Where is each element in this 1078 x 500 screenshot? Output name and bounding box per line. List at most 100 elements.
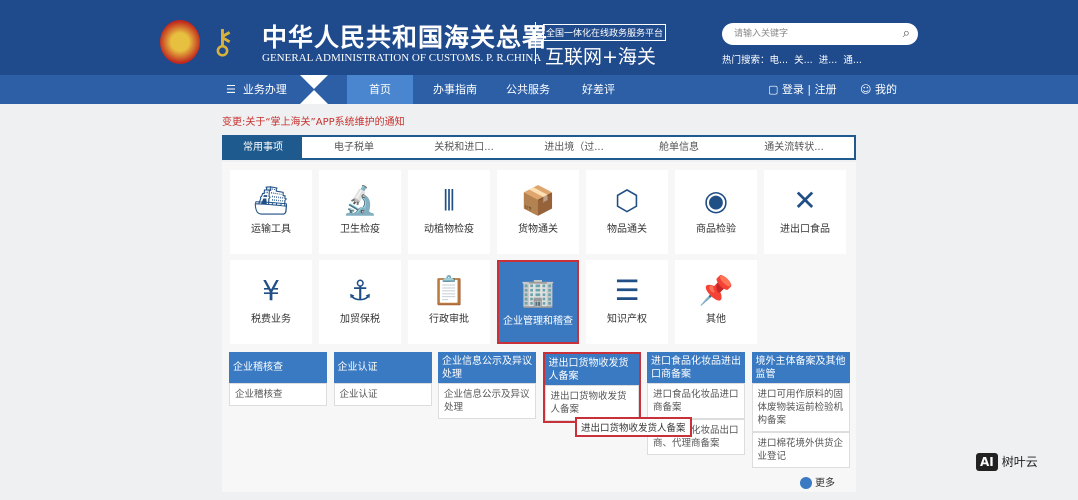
tab-tariff[interactable]: 关税和进口... — [419, 137, 509, 158]
nav-home[interactable]: 首页 — [347, 75, 413, 104]
tile-label: 进出口食品 — [780, 224, 830, 235]
ship-icon: ⛴ — [253, 184, 289, 217]
category-column: 企业稽核查 企业稽核查 — [229, 352, 327, 406]
tab-bar: 常用事项 电子税单 关税和进口... 进出境（过... 舱单信息 通关流转状..… — [222, 135, 856, 160]
nav-public-service[interactable]: 公共服务 — [506, 75, 550, 104]
tile-box[interactable]: ⬡ 物品通关 — [586, 170, 668, 254]
nav-guide[interactable]: 办事指南 — [433, 75, 477, 104]
category-item[interactable]: 企业认证 — [333, 383, 432, 406]
tile-label: 税费业务 — [251, 314, 291, 325]
user-icon: ☺ — [860, 83, 872, 96]
notice-link[interactable]: 变更:关于“掌上海关”APP系统维护的通知 — [222, 113, 405, 128]
category-header[interactable]: 企业认证 — [333, 352, 432, 383]
platform-label: 全国一体化在线政务服务平台 — [543, 24, 667, 41]
package-icon: 📦 — [520, 184, 556, 217]
more-link[interactable]: 更多 — [800, 474, 835, 489]
tile-package[interactable]: 📦 货物通关 — [497, 170, 579, 254]
tile-microscope[interactable]: 🔬 卫生检疫 — [319, 170, 401, 254]
box-icon: ⬡ — [614, 184, 640, 217]
register-link[interactable]: 注册 — [815, 83, 837, 96]
tile-eye[interactable]: ◉ 商品检验 — [675, 170, 757, 254]
tile-yen[interactable]: ¥ 税费业务 — [230, 260, 312, 344]
tile-building[interactable]: 🏢 企业管理和稽查 — [497, 260, 579, 344]
category-group: 企业信息公示及异议处理 企业信息公示及异议处理 — [438, 352, 536, 419]
nav-notch — [300, 75, 328, 89]
tile-label: 运输工具 — [251, 224, 291, 235]
hot-search: 热门搜索：电... 关... 进... 通... — [722, 52, 862, 66]
login-button[interactable]: ▢ 登录 | 注册 — [768, 75, 837, 104]
tile-label: 动植物检疫 — [424, 224, 474, 235]
category-item[interactable]: 进口可用作原料的固体废物装运前检验机构备案 — [751, 383, 850, 432]
tile-test-tubes[interactable]: ⫴ 动植物检疫 — [408, 170, 490, 254]
building-icon: 🏢 — [520, 276, 556, 309]
site-title: 中华人民共和国海关总署 — [262, 23, 549, 52]
tile-layers[interactable]: ☰ 知识产权 — [586, 260, 668, 344]
category-item[interactable]: 企业稽核查 — [229, 383, 327, 406]
category-group: 进口食品化妆品进出口商备案 进口食品化妆品进口商备案 — [647, 352, 745, 419]
tile-label: 行政审批 — [429, 314, 469, 325]
utensils-icon: ✕ — [793, 184, 817, 217]
platform-name: 互联网+海关 — [545, 46, 656, 68]
hot-item[interactable]: 电... — [770, 55, 789, 66]
yen-icon: ¥ — [262, 274, 280, 307]
site-title-en: GENERAL ADMINISTRATION OF CUSTOMS. P. R.… — [262, 52, 542, 64]
eye-icon: ◉ — [703, 184, 729, 217]
category-column: 境外主体备案及其他监管 进口可用作原料的固体废物装运前检验机构备案 进口棉花境外供货… — [751, 352, 850, 468]
tab-manifest[interactable]: 舱单信息 — [639, 137, 719, 158]
tab-e-tax[interactable]: 电子税单 — [314, 137, 394, 158]
hot-item[interactable]: 关... — [794, 55, 813, 66]
tile-ship[interactable]: ⛴ 运输工具 — [230, 170, 312, 254]
login-label: 登录 — [781, 83, 804, 96]
menu-label: 业务办理 — [242, 83, 287, 96]
login-icon: ▢ — [768, 83, 779, 96]
search-icon[interactable]: ⌕ — [903, 23, 910, 45]
hot-item[interactable]: 进... — [819, 55, 838, 66]
more-icon — [800, 477, 812, 489]
test-tubes-icon: ⫴ — [443, 184, 455, 217]
category-column: 企业信息公示及异议处理 企业信息公示及异议处理 — [438, 352, 536, 419]
pin-icon: 📌 — [698, 274, 734, 307]
category-header[interactable]: 企业信息公示及异议处理 — [438, 352, 536, 383]
more-label: 更多 — [815, 478, 835, 489]
watermark-text: 树叶云 — [1001, 455, 1038, 469]
tab-common[interactable]: 常用事项 — [224, 137, 302, 158]
hot-label: 热门搜索： — [722, 55, 770, 66]
tab-entry-exit[interactable]: 进出境（过... — [529, 137, 619, 158]
my-account-button[interactable]: ☺ 我的 — [860, 75, 897, 104]
category-item[interactable]: 进口棉花境外供货企业登记 — [751, 432, 850, 468]
category-column: 进出口货物收发货人备案 进出口货物收发货人备案 — [542, 352, 641, 423]
tile-label: 其他 — [706, 314, 726, 325]
tile-label: 商品检验 — [696, 224, 736, 235]
category-group: 境外主体备案及其他监管 进口可用作原料的固体废物装运前检验机构备案 — [751, 352, 850, 432]
tile-label: 知识产权 — [607, 314, 647, 325]
watermark: AI 树叶云 — [976, 453, 1038, 471]
tile-document-stamp[interactable]: 📋 行政审批 — [408, 260, 490, 344]
nav-rating[interactable]: 好差评 — [582, 75, 615, 104]
tile-pin[interactable]: 📌 其他 — [675, 260, 757, 344]
my-label: 我的 — [874, 83, 897, 96]
category-column: 企业认证 企业认证 — [333, 352, 432, 406]
search-placeholder: 请输入关键字 — [734, 29, 789, 39]
divider — [535, 22, 536, 64]
tile-utensils[interactable]: ✕ 进出口食品 — [764, 170, 846, 254]
category-item[interactable]: 企业信息公示及异议处理 — [438, 383, 536, 419]
search-input[interactable]: 请输入关键字 ⌕ — [722, 23, 918, 45]
hot-item[interactable]: 通... — [843, 55, 862, 66]
menu-button[interactable]: ☰ 业务办理 — [226, 75, 287, 104]
tile-anchor[interactable]: ⚓ 加贸保税 — [319, 260, 401, 344]
category-header[interactable]: 境外主体备案及其他监管 — [751, 352, 850, 383]
nav-notch — [300, 90, 328, 104]
category-group: 进出口货物收发货人备案 进出口货物收发货人备案 — [542, 352, 641, 423]
tab-clearance-status[interactable]: 通关流转状... — [744, 137, 844, 158]
category-item[interactable]: 进出口货物收发货人备案 — [544, 385, 639, 421]
category-item[interactable]: 进口食品化妆品进口商备案 — [647, 383, 745, 419]
separator: | — [807, 83, 812, 96]
tile-label: 加贸保税 — [340, 314, 380, 325]
microscope-icon: 🔬 — [342, 184, 378, 217]
category-header[interactable]: 企业稽核查 — [229, 352, 327, 383]
category-header[interactable]: 进口食品化妆品进出口商备案 — [647, 352, 745, 383]
category-column: 进口食品化妆品进出口商备案 进口食品化妆品进口商备案 进口食品化妆品出口商、代理商备… — [647, 352, 745, 455]
document-stamp-icon: 📋 — [431, 274, 467, 307]
layers-icon: ☰ — [614, 274, 640, 307]
category-header[interactable]: 进出口货物收发货人备案 — [544, 354, 639, 385]
